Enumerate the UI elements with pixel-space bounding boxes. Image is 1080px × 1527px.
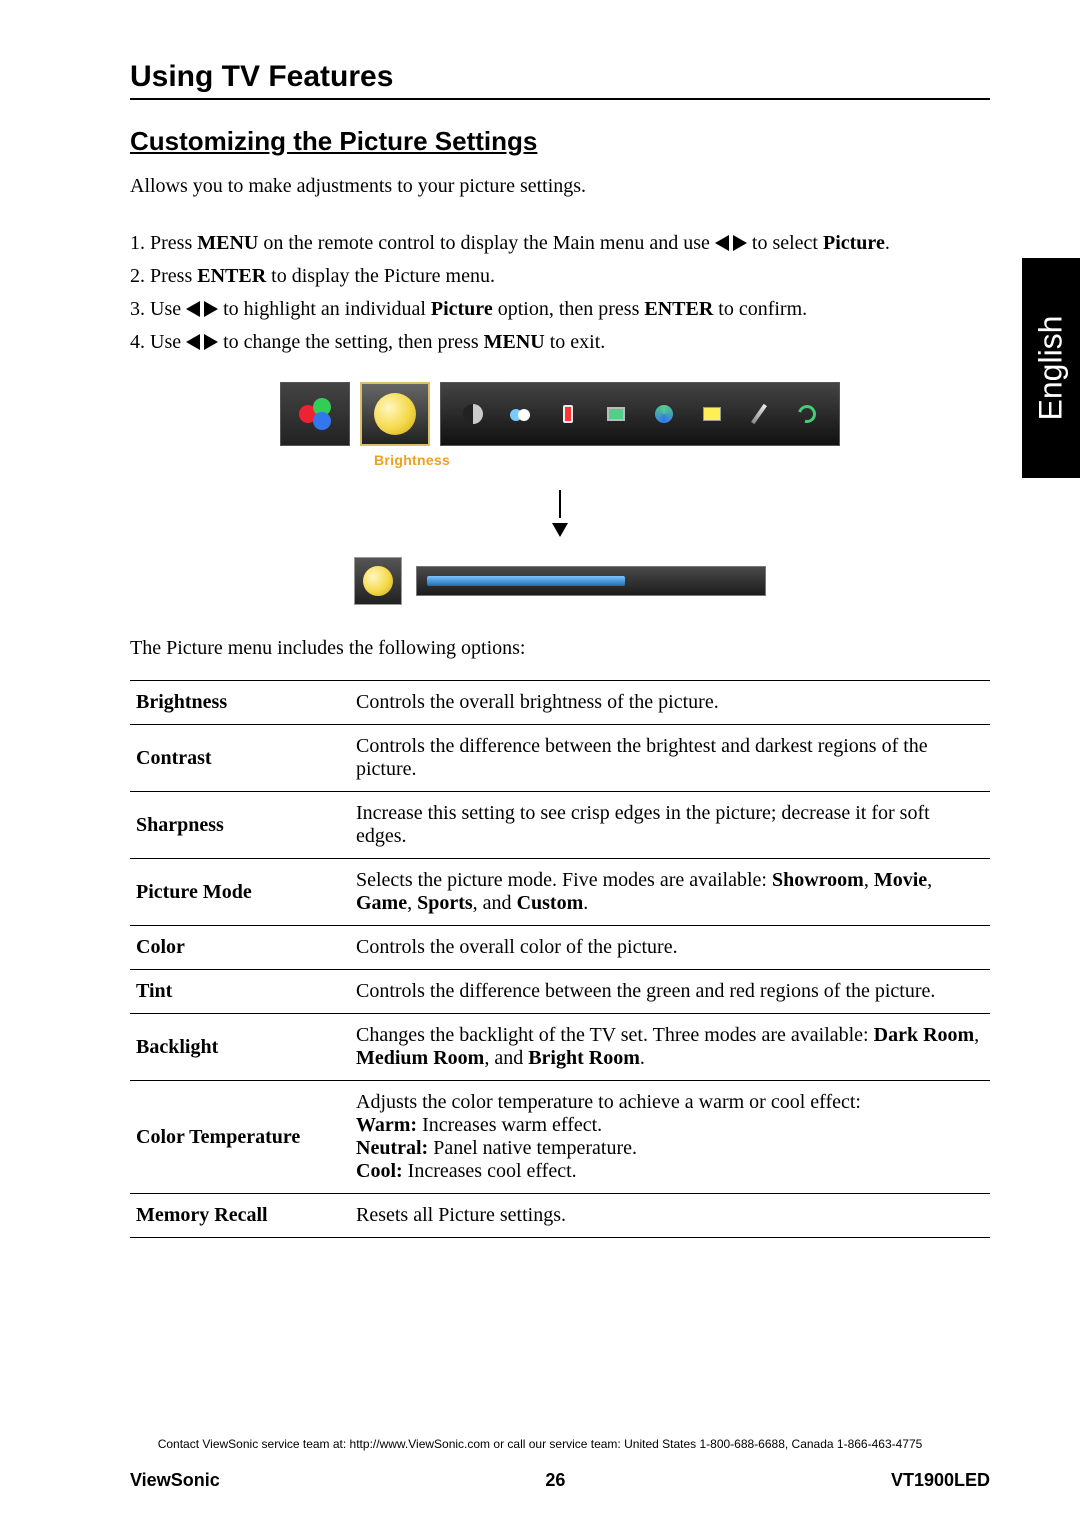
text: to exit. — [545, 331, 606, 353]
table-row: Tint Controls the difference between the… — [130, 970, 990, 1014]
text: to confirm. — [713, 298, 807, 320]
step-4: Use to change the setting, then press ME… — [130, 331, 990, 354]
option-desc: Adjusts the color temperature to achieve… — [350, 1081, 990, 1194]
text: to change the setting, then press — [218, 331, 484, 353]
footer-brand: ViewSonic — [130, 1470, 220, 1491]
text-bold: Picture — [431, 298, 493, 320]
table-row: Backlight Changes the backlight of the T… — [130, 1014, 990, 1081]
table-row: Brightness Controls the overall brightne… — [130, 681, 990, 725]
text: Use — [150, 298, 186, 320]
text: to select — [747, 232, 823, 254]
left-arrow-icon — [715, 235, 729, 251]
footer-model: VT1900LED — [891, 1470, 990, 1491]
color-temp-icon — [747, 402, 771, 426]
brightness-slider — [416, 566, 766, 596]
text-bold: MENU — [484, 331, 545, 353]
text: to highlight an individual — [218, 298, 431, 320]
tint-icon — [652, 402, 676, 426]
footer-page: 26 — [545, 1470, 565, 1491]
option-desc: Controls the difference between the gree… — [350, 970, 990, 1014]
option-desc: Resets all Picture settings. — [350, 1194, 990, 1238]
table-row: Picture Mode Selects the picture mode. F… — [130, 859, 990, 926]
language-tab: English — [1022, 258, 1080, 478]
step-1: Press MENU on the remote control to disp… — [130, 232, 990, 255]
step-2: Press ENTER to display the Picture menu. — [130, 265, 990, 288]
picture-category-icon — [280, 382, 350, 446]
right-arrow-icon — [204, 334, 218, 350]
footer-contact: Contact ViewSonic service team at: http:… — [0, 1437, 1080, 1451]
text-bold: ENTER — [644, 298, 713, 320]
footer-bar: ViewSonic 26 VT1900LED — [130, 1470, 990, 1491]
option-desc: Controls the difference between the brig… — [350, 725, 990, 792]
option-name: Sharpness — [130, 792, 350, 859]
section-heading: Using TV Features — [130, 60, 990, 100]
text: Use — [150, 331, 186, 353]
option-desc: Controls the overall brightness of the p… — [350, 681, 990, 725]
right-arrow-icon — [733, 235, 747, 251]
table-row: Memory Recall Resets all Picture setting… — [130, 1194, 990, 1238]
osd-icon-bar — [280, 382, 840, 446]
text: to display the Picture menu. — [266, 265, 495, 287]
option-desc: Changes the backlight of the TV set. Thr… — [350, 1014, 990, 1081]
table-row: Color Controls the overall color of the … — [130, 926, 990, 970]
text-bold: ENTER — [197, 265, 266, 287]
contrast-icon — [461, 402, 485, 426]
option-desc: Controls the overall color of the pictur… — [350, 926, 990, 970]
option-desc: Increase this setting to see crisp edges… — [350, 792, 990, 859]
left-arrow-icon — [186, 301, 200, 317]
text: . — [885, 232, 890, 254]
option-name: Memory Recall — [130, 1194, 350, 1238]
subsection-heading: Customizing the Picture Settings — [130, 126, 990, 157]
table-row: Contrast Controls the difference between… — [130, 725, 990, 792]
backlight-icon — [700, 402, 724, 426]
osd-screenshot: Brightness — [280, 382, 840, 605]
down-arrow-icon — [280, 490, 840, 537]
memory-recall-icon — [795, 402, 819, 426]
option-name: Backlight — [130, 1014, 350, 1081]
picture-mode-icon — [556, 402, 580, 426]
brightness-icon-selected — [360, 382, 430, 446]
option-name: Tint — [130, 970, 350, 1014]
option-name: Color — [130, 926, 350, 970]
text-bold: Picture — [823, 232, 885, 254]
option-name: Brightness — [130, 681, 350, 725]
text: on the remote control to display the Mai… — [258, 232, 715, 254]
text-bold: MENU — [197, 232, 258, 254]
option-desc: Selects the picture mode. Five modes are… — [350, 859, 990, 926]
intro-text: Allows you to make adjustments to your p… — [130, 175, 990, 198]
table-row: Color Temperature Adjusts the color temp… — [130, 1081, 990, 1194]
option-name: Color Temperature — [130, 1081, 350, 1194]
osd-selected-label: Brightness — [374, 452, 840, 468]
left-arrow-icon — [186, 334, 200, 350]
color-icon — [604, 402, 628, 426]
table-row: Sharpness Increase this setting to see c… — [130, 792, 990, 859]
slider-brightness-icon — [354, 557, 402, 605]
sharpness-icon — [509, 402, 533, 426]
text: Press — [150, 232, 197, 254]
right-arrow-icon — [204, 301, 218, 317]
options-intro: The Picture menu includes the following … — [130, 637, 990, 660]
options-table: Brightness Controls the overall brightne… — [130, 680, 990, 1238]
osd-remaining-icons — [440, 382, 840, 446]
text: Press — [150, 265, 197, 287]
option-name: Picture Mode — [130, 859, 350, 926]
option-name: Contrast — [130, 725, 350, 792]
instruction-list: Press MENU on the remote control to disp… — [130, 232, 990, 354]
slider-fill — [427, 576, 625, 586]
text: option, then press — [493, 298, 645, 320]
step-3: Use to highlight an individual Picture o… — [130, 298, 990, 321]
osd-slider-row — [280, 557, 840, 605]
language-tab-label: English — [1033, 316, 1070, 421]
sun-icon — [374, 393, 416, 435]
